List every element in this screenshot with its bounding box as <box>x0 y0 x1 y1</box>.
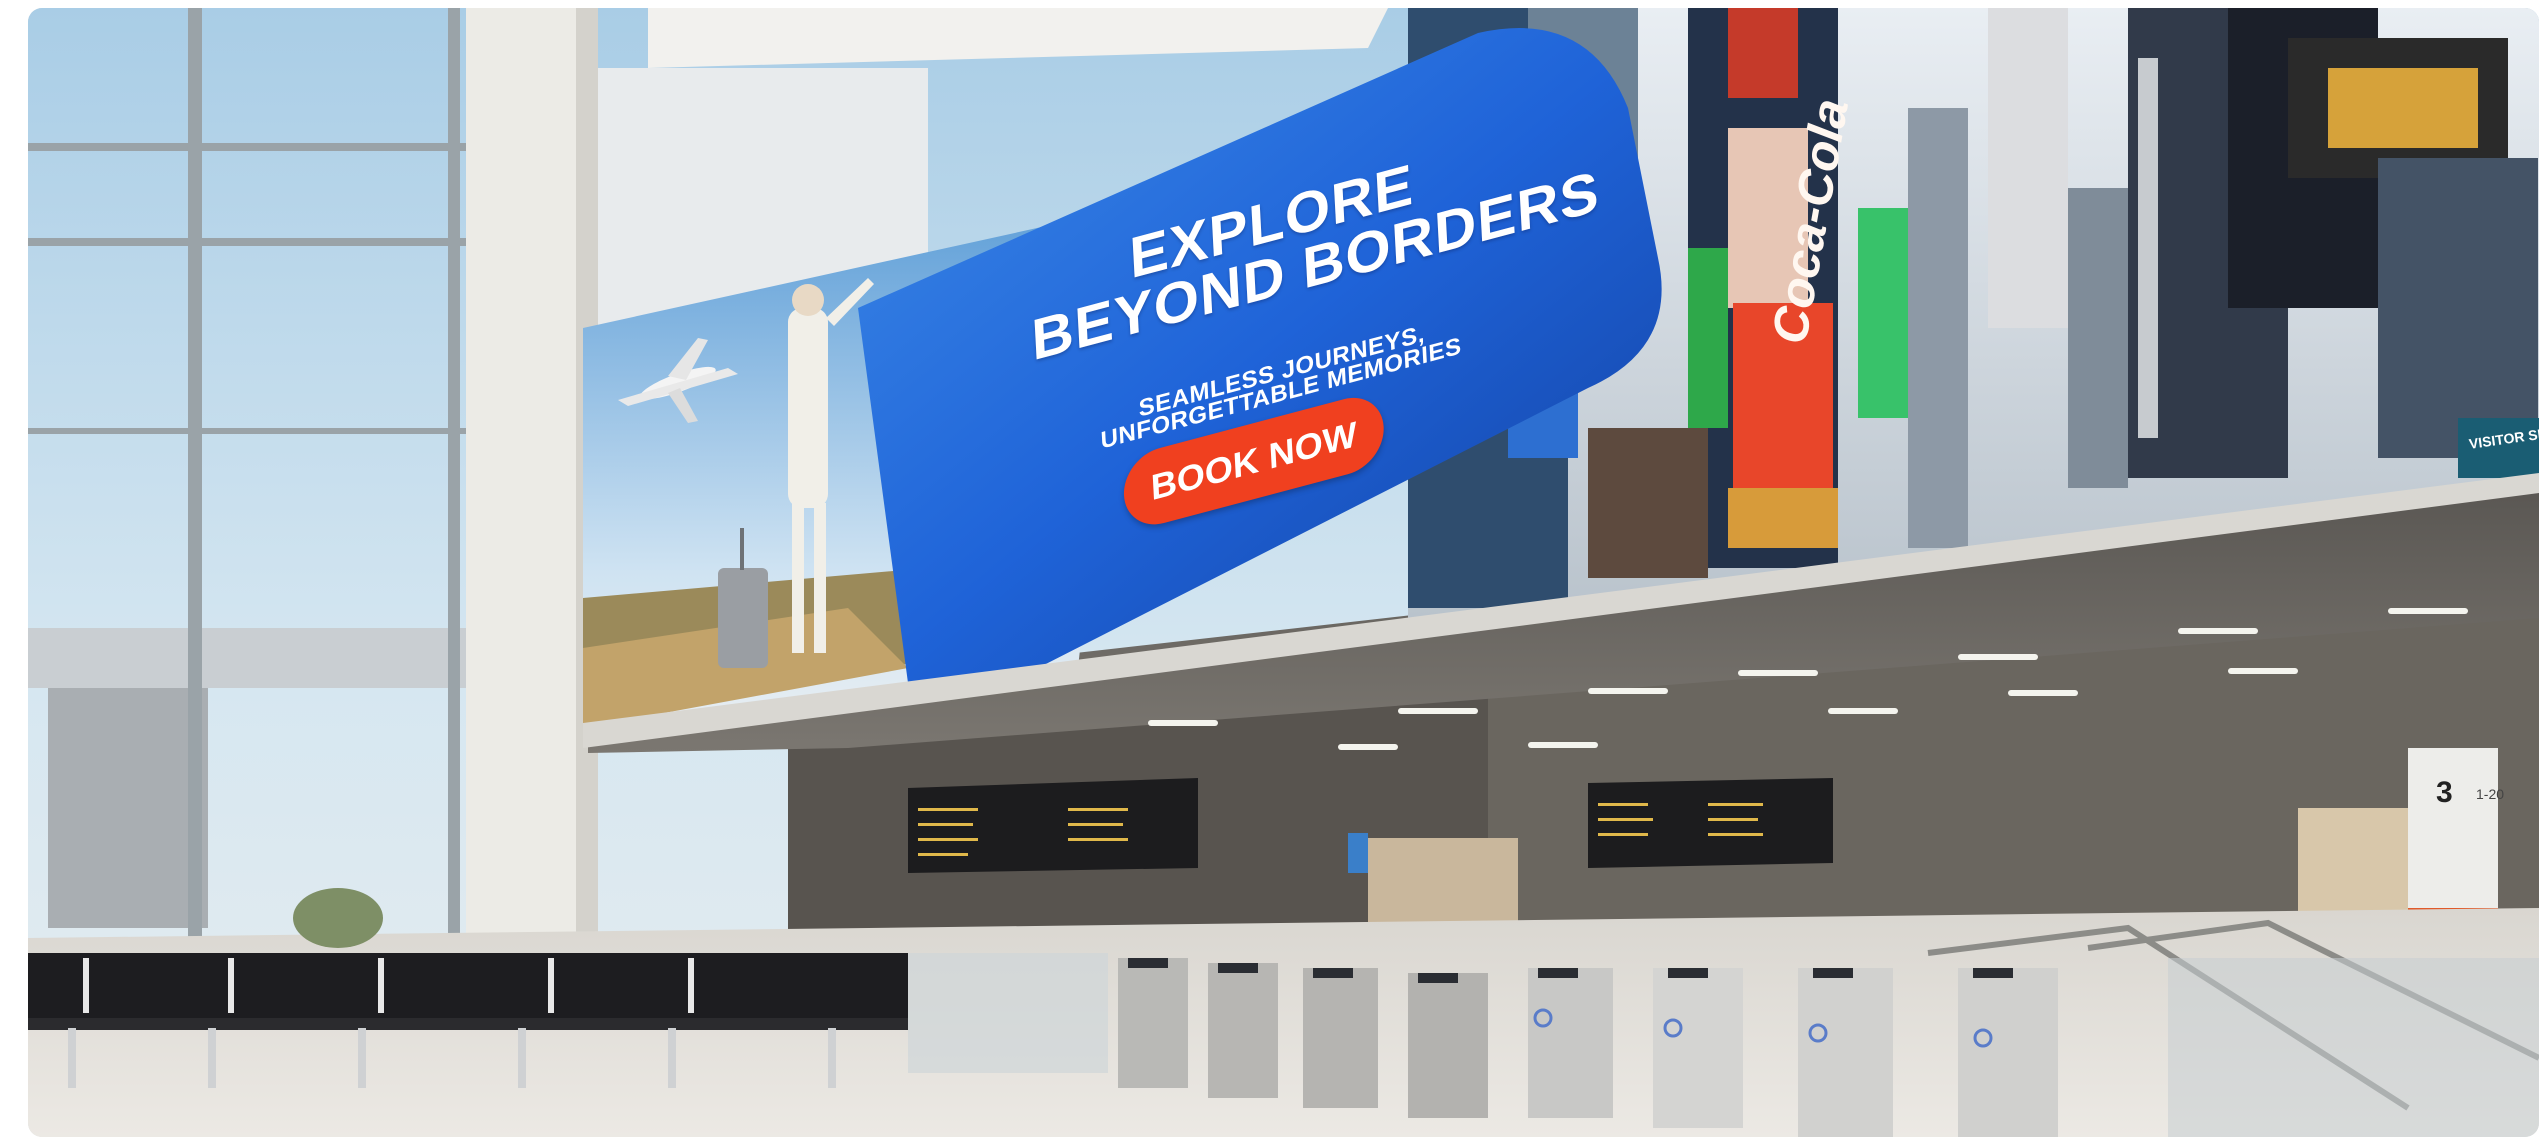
plant <box>293 888 383 948</box>
overpass-pillar <box>48 688 208 928</box>
glass-railing <box>908 953 1108 1073</box>
airport-concourse-scene <box>28 8 2539 1137</box>
scene-frame: EXPLORE BEYOND BORDERS SEAMLESS JOURNEYS… <box>28 8 2539 1137</box>
